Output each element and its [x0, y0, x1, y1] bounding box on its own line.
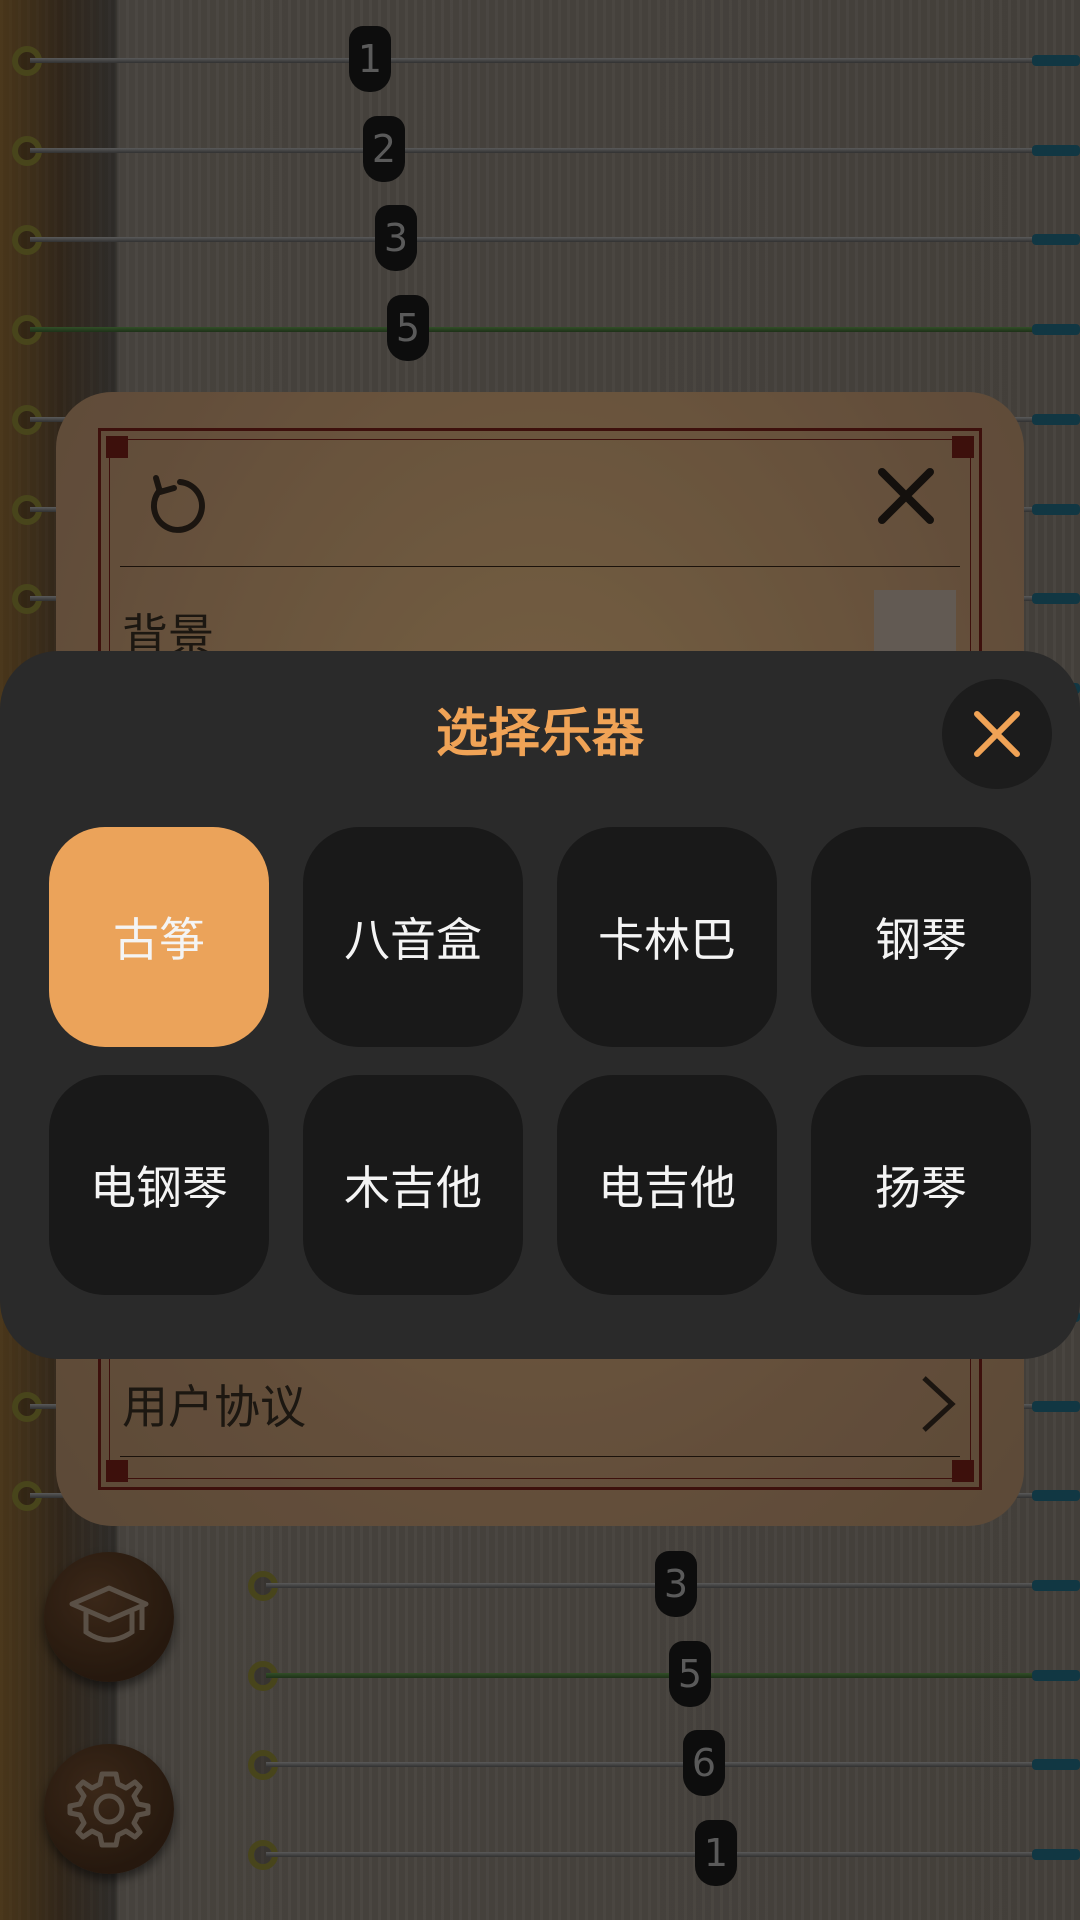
instrument-picker-sheet: 选择乐器 古筝 八音盒 卡林巴 钢琴 电钢琴 木吉他 电吉他 扬琴	[0, 651, 1080, 1359]
instrument-grid: 古筝 八音盒 卡林巴 钢琴 电钢琴 木吉他 电吉他 扬琴	[49, 827, 1031, 1295]
close-icon	[974, 711, 1020, 757]
instrument-tile[interactable]: 钢琴	[811, 827, 1031, 1047]
instrument-tile[interactable]: 古筝	[49, 827, 269, 1047]
instrument-tile[interactable]: 木吉他	[303, 1075, 523, 1295]
instrument-tile[interactable]: 电钢琴	[49, 1075, 269, 1295]
instrument-tile[interactable]: 卡林巴	[557, 827, 777, 1047]
instrument-tile[interactable]: 扬琴	[811, 1075, 1031, 1295]
picker-title: 选择乐器	[435, 704, 644, 764]
picker-close-button[interactable]	[942, 679, 1052, 789]
instrument-tile[interactable]: 电吉他	[557, 1075, 777, 1295]
instrument-tile[interactable]: 八音盒	[303, 827, 523, 1047]
